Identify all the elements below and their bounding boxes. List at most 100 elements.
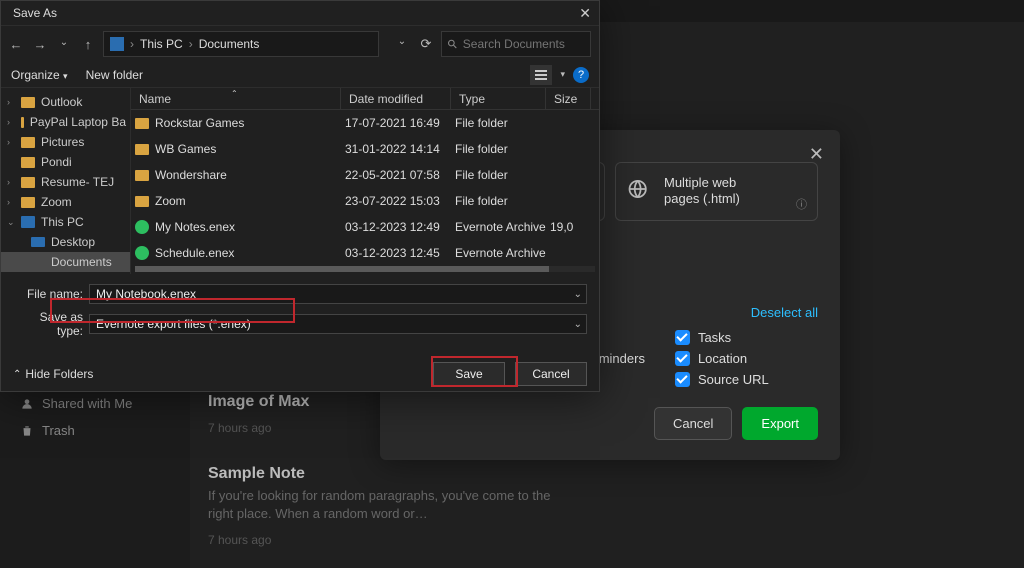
tree-label: Zoom — [41, 195, 72, 209]
folder-icon — [21, 137, 35, 148]
tree-item[interactable]: Desktop — [1, 232, 130, 252]
note-time: 7 hours ago — [208, 533, 1006, 547]
col-size[interactable]: Size — [546, 88, 591, 109]
shared-icon — [20, 397, 34, 411]
file-name: Zoom — [155, 194, 186, 208]
chevron-icon: ⌄ — [7, 217, 15, 228]
chevron-icon: › — [7, 177, 10, 187]
file-type: File folder — [455, 168, 550, 182]
search-input[interactable] — [463, 37, 573, 51]
chevron-down-icon[interactable]: ⌄ — [395, 36, 409, 52]
tree-item[interactable]: ›PayPal Laptop Ba — [1, 112, 130, 132]
view-button[interactable] — [530, 65, 552, 85]
path-leaf[interactable]: Documents — [199, 37, 260, 51]
recent-icon[interactable]: ⌄ — [57, 37, 71, 52]
file-name: WB Games — [155, 142, 216, 156]
folder-icon — [21, 157, 35, 168]
pc-icon — [110, 37, 124, 51]
dialog-title: Save As — [13, 6, 57, 20]
close-icon[interactable]: ✕ — [579, 5, 591, 22]
folder-icon — [21, 197, 35, 208]
toolbar: Organize ▾ New folder ▾ ? — [1, 62, 599, 88]
file-row[interactable]: My Notes.enex 03-12-2023 12:49Evernote Ar… — [131, 214, 599, 240]
dialog-titlebar: Save As ✕ — [1, 1, 599, 26]
export-button[interactable]: Export — [742, 407, 818, 440]
path-root[interactable]: This PC — [140, 37, 183, 51]
file-row[interactable]: WB Games31-01-2022 14:14File folder — [131, 136, 599, 162]
checkbox-label: Source URL — [698, 372, 769, 387]
horizontal-scrollbar[interactable] — [135, 266, 595, 272]
chevron-down-icon[interactable]: ⌄ — [574, 319, 582, 330]
deselect-all-link[interactable]: Deselect all — [751, 305, 818, 320]
chevron-icon: › — [7, 197, 10, 207]
tree-item[interactable]: ›Pictures — [1, 132, 130, 152]
filetype-select[interactable]: Evernote export files (*.enex) ⌄ — [89, 314, 587, 334]
filename-value: My Notebook.enex — [96, 287, 196, 301]
note-title: Sample Note — [208, 465, 1006, 483]
save-button[interactable]: Save — [433, 362, 505, 386]
file-row[interactable]: Wondershare 22-05-2021 07:58File folder — [131, 162, 599, 188]
note-item[interactable]: Sample Note If you're looking for random… — [208, 465, 1006, 547]
file-date: 03-12-2023 12:45 — [345, 246, 455, 260]
hide-folders-label: Hide Folders — [25, 367, 93, 381]
back-icon[interactable]: ← — [9, 37, 23, 52]
folder-tree[interactable]: ›Outlook›PayPal Laptop Ba›PicturesPondi›… — [1, 88, 131, 274]
view-caret-icon[interactable]: ▾ — [560, 69, 565, 80]
file-row[interactable]: Rockstar Games17-07-2021 16:49File folde… — [131, 110, 599, 136]
export-checkbox[interactable]: Location — [675, 351, 769, 366]
refresh-icon[interactable]: ⟳ — [419, 36, 433, 52]
address-bar[interactable]: › This PC › Documents — [103, 31, 379, 57]
tree-item[interactable]: ⌄ This PC — [1, 212, 130, 232]
enex-icon — [135, 246, 149, 260]
column-headers[interactable]: ⌃ Name Date modified Type Size — [131, 88, 599, 110]
folder-icon — [135, 118, 149, 129]
forward-icon[interactable]: → — [33, 37, 47, 52]
note-snippet: If you're looking for random paragraphs,… — [208, 487, 558, 523]
search-icon: ⚲ — [444, 36, 460, 52]
help-icon[interactable]: ? — [573, 67, 589, 83]
folder-icon — [21, 216, 35, 228]
col-type[interactable]: Type — [451, 88, 546, 109]
folder-icon — [21, 97, 35, 108]
file-date: 17-07-2021 16:49 — [345, 116, 455, 130]
search-box[interactable]: ⚲ — [441, 31, 591, 57]
checkbox-icon — [675, 330, 690, 345]
chevron-down-icon[interactable]: ⌄ — [574, 289, 582, 300]
file-row[interactable]: Schedule.enex03-12-2023 12:45Evernote Ar… — [131, 240, 599, 266]
file-size: 19,0 — [550, 220, 595, 234]
folder-icon — [135, 170, 149, 181]
hide-folders-toggle[interactable]: ⌃ Hide Folders — [13, 367, 93, 381]
cancel-button[interactable]: Cancel — [515, 362, 587, 386]
file-type: Evernote Archive — [455, 220, 550, 234]
tree-item[interactable]: ›Resume- TEJ — [1, 172, 130, 192]
export-cancel-button[interactable]: Cancel — [654, 407, 732, 440]
export-checkbox[interactable]: Source URL — [675, 372, 769, 387]
file-list[interactable]: ⌃ Name Date modified Type Size Rockstar … — [131, 88, 599, 274]
file-date: 03-12-2023 12:49 — [345, 220, 455, 234]
tree-item[interactable]: › Zoom — [1, 192, 130, 212]
file-type: File folder — [455, 194, 550, 208]
folder-icon — [135, 144, 149, 155]
tree-label: This PC — [41, 215, 84, 229]
file-row[interactable]: Zoom 23-07-2022 15:03File folder — [131, 188, 599, 214]
up-icon[interactable]: ↑ — [81, 37, 95, 52]
file-date: 23-07-2022 15:03 — [345, 194, 455, 208]
export-card-multiple[interactable]: Multiple webpages (.html) ⓘ — [615, 162, 818, 221]
file-date: 22-05-2021 07:58 — [345, 168, 455, 182]
col-date[interactable]: Date modified — [341, 88, 451, 109]
folder-icon — [135, 196, 149, 207]
filename-input[interactable]: My Notebook.enex ⌄ — [89, 284, 587, 304]
sidebar-trash[interactable]: Trash — [0, 417, 190, 444]
tree-item[interactable]: Documents — [1, 252, 130, 272]
new-folder-button[interactable]: New folder — [86, 68, 143, 82]
tree-item[interactable]: ›Outlook — [1, 92, 130, 112]
info-icon[interactable]: ⓘ — [796, 196, 807, 212]
tree-item[interactable]: Pondi — [1, 152, 130, 172]
file-name: Wondershare — [155, 168, 227, 182]
file-name: My Notes.enex — [155, 220, 235, 234]
save-as-dialog: Save As ✕ ← → ⌄ ↑ › This PC › Documents … — [0, 0, 600, 392]
chevron-icon: › — [7, 117, 10, 127]
organize-button[interactable]: Organize ▾ — [11, 68, 68, 82]
file-type: File folder — [455, 142, 550, 156]
export-checkbox[interactable]: Tasks — [675, 330, 769, 345]
